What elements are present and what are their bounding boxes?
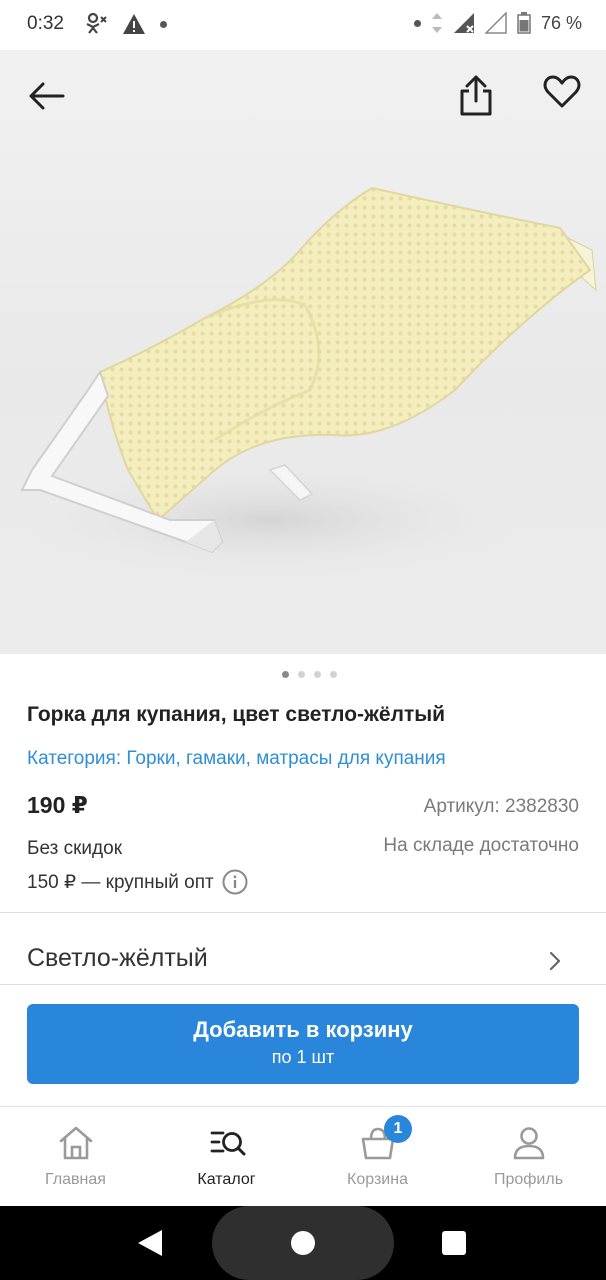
color-variant-label: Светло-жёлтый (27, 944, 208, 972)
discount-info: Без скидок (27, 838, 122, 859)
data-arrows-icon (431, 13, 442, 33)
product-image (10, 186, 597, 580)
pager-dot (298, 671, 305, 678)
divider (0, 912, 606, 913)
home-icon (59, 1126, 92, 1160)
status-bar: 0:32 76 % (0, 0, 606, 50)
add-to-cart-label: Добавить в корзину (193, 1017, 413, 1042)
status-notification-icons (84, 12, 167, 36)
catalog-search-icon (210, 1131, 245, 1156)
tab-profile-label: Профиль (493, 1171, 564, 1188)
status-system-icons: 76 % (413, 12, 582, 34)
battery-percentage: 76 % (540, 12, 582, 33)
battery-icon (517, 12, 531, 34)
product-title: Горка для купания, цвет светло-жёлтый (27, 703, 446, 726)
signal-icon (453, 13, 474, 33)
heart-icon (543, 75, 581, 108)
info-icon[interactable] (222, 869, 248, 895)
notification-dot-icon (160, 20, 167, 28)
tab-profile[interactable]: Профиль (453, 1107, 604, 1207)
ok-icon (86, 12, 107, 34)
warning-icon (123, 14, 145, 34)
favorite-button[interactable] (538, 68, 586, 116)
pager-dot (314, 671, 321, 678)
pager-dot (330, 671, 337, 678)
dot-icon (413, 19, 421, 27)
tab-cart[interactable]: Корзина (302, 1107, 453, 1207)
divider (0, 984, 606, 985)
cart-count-badge: 1 (384, 1115, 412, 1143)
system-navigation-bar (0, 1206, 606, 1280)
tab-catalog[interactable]: Каталог (151, 1107, 302, 1207)
product-image-gallery[interactable] (0, 50, 606, 654)
nav-recents-button[interactable] (442, 1231, 466, 1255)
color-variant-selector[interactable]: Светло-жёлтый (0, 930, 606, 986)
share-button[interactable] (452, 72, 500, 120)
add-to-cart-button[interactable]: Добавить в корзину по 1 шт (27, 1004, 579, 1084)
stock-status: На складе достаточно (383, 835, 579, 856)
status-time: 0:32 (27, 13, 64, 34)
profile-icon (513, 1127, 544, 1160)
wholesale-price-text: 150 ₽ — крупный опт (27, 871, 214, 893)
wholesale-price: 150 ₽ — крупный опт (27, 869, 248, 895)
chevron-right-icon (549, 951, 561, 971)
signal-empty-icon (484, 12, 507, 34)
nav-home-button[interactable] (212, 1206, 394, 1280)
tab-home-label: Главная (45, 1171, 106, 1188)
product-price: 190 ₽ (27, 792, 88, 818)
nav-back-button[interactable] (136, 1228, 164, 1258)
tab-cart-label: Корзина (347, 1171, 408, 1188)
image-pager (282, 671, 337, 678)
back-button[interactable] (22, 72, 70, 120)
share-icon (460, 75, 492, 116)
category-link[interactable]: Категория: Горки, гамаки, матрасы для ку… (27, 748, 446, 770)
tab-home[interactable]: Главная (0, 1107, 151, 1207)
bottom-tab-bar: Главная Каталог Корзина Профиль (0, 1106, 606, 1206)
pager-dot-active (282, 671, 289, 678)
tab-catalog-label: Каталог (197, 1171, 256, 1188)
home-dot-icon (291, 1231, 315, 1255)
product-article: Артикул: 2382830 (423, 796, 579, 817)
arrow-left-icon (29, 82, 65, 110)
add-to-cart-quantity: по 1 шт (271, 1047, 335, 1067)
